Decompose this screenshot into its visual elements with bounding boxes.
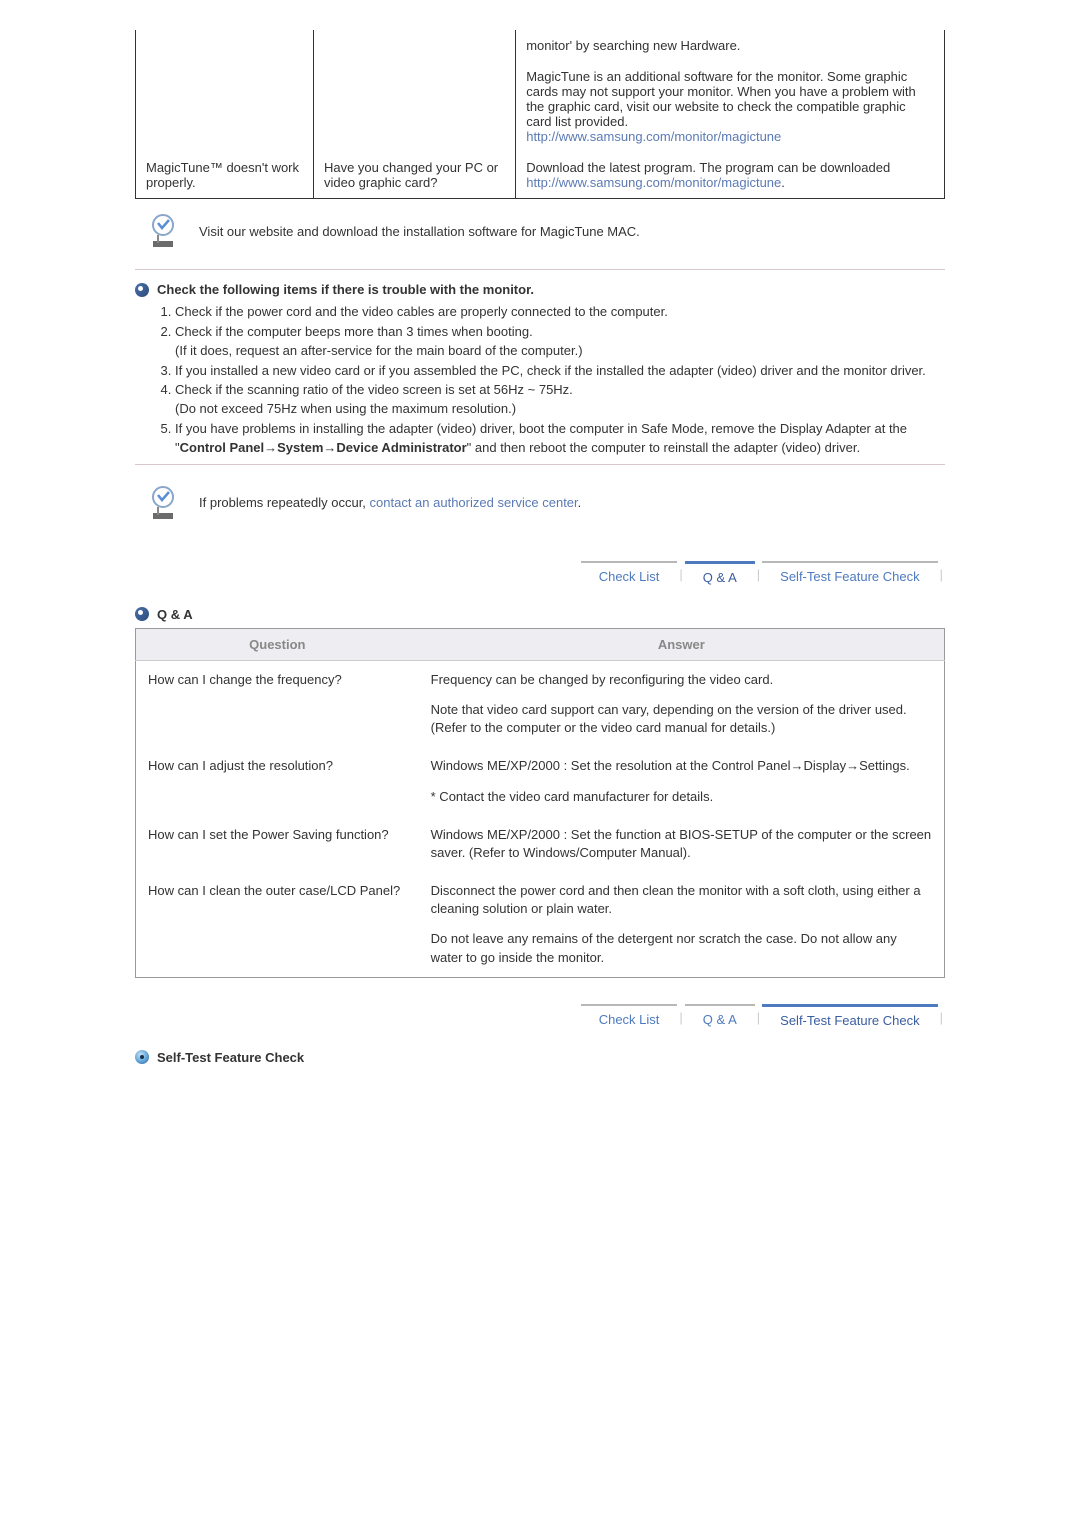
- note-suffix: .: [578, 495, 582, 510]
- qa-answer-text: Windows ME/XP/2000 : Set the function at…: [431, 826, 932, 862]
- table-text: Download the latest program. The program…: [526, 160, 890, 175]
- note-icon: [143, 485, 183, 521]
- table-text: MagicTune™ doesn't work properly.: [146, 160, 299, 190]
- list-text: Check if the scanning ratio of the video…: [175, 382, 573, 397]
- magictune-link[interactable]: http://www.samsung.com/monitor/magictune: [526, 129, 781, 144]
- list-item: Check if the scanning ratio of the video…: [175, 381, 945, 419]
- heading-text: Self-Test Feature Check: [157, 1050, 304, 1065]
- table-cell: [313, 30, 515, 61]
- qa-answer: Windows ME/XP/2000 : Set the resolution …: [419, 747, 945, 815]
- table-text: .: [781, 175, 785, 190]
- bullet-icon: [135, 1050, 149, 1064]
- table-cell: [136, 30, 314, 61]
- note-icon: [143, 213, 183, 249]
- qa-answer: Disconnect the power cord and then clean…: [419, 872, 945, 977]
- list-item: If you installed a new video card or if …: [175, 362, 945, 381]
- list-text-bold: Control Panel→System→Device Administrato…: [180, 440, 467, 455]
- note-text: Visit our website and download the insta…: [199, 224, 640, 239]
- magictune-link[interactable]: http://www.samsung.com/monitor/magictune: [526, 175, 781, 190]
- tab-checklist[interactable]: Check List: [581, 1004, 678, 1032]
- table-text: MagicTune is an additional software for …: [526, 69, 915, 129]
- qa-answer: Windows ME/XP/2000 : Set the function at…: [419, 816, 945, 872]
- table-cell: MagicTune is an additional software for …: [516, 61, 945, 152]
- list-text: Check if the power cord and the video ca…: [175, 304, 668, 319]
- separator: |: [677, 1010, 684, 1025]
- table-cell: [136, 61, 314, 152]
- separator: |: [755, 567, 762, 582]
- note-box: Visit our website and download the insta…: [135, 199, 945, 263]
- table-row: How can I clean the outer case/LCD Panel…: [136, 872, 945, 977]
- service-center-link[interactable]: contact an authorized service center: [370, 495, 578, 510]
- qa-question: How can I clean the outer case/LCD Panel…: [136, 872, 419, 977]
- checklist: Check if the power cord and the video ca…: [135, 303, 945, 458]
- qa-question: How can I change the frequency?: [136, 660, 419, 747]
- tab-selftest[interactable]: Self-Test Feature Check: [762, 1004, 937, 1032]
- troubleshoot-table: monitor' by searching new Hardware. Magi…: [135, 30, 945, 199]
- page-container: monitor' by searching new Hardware. Magi…: [105, 30, 975, 1065]
- list-item: Check if the computer beeps more than 3 …: [175, 323, 945, 361]
- table-row: How can I adjust the resolution? Windows…: [136, 747, 945, 815]
- table-cell: Download the latest program. The program…: [516, 152, 945, 199]
- table-row: How can I set the Power Saving function?…: [136, 816, 945, 872]
- qa-answer-text: Do not leave any remains of the detergen…: [431, 930, 932, 966]
- table-text: Have you changed your PC or video graphi…: [324, 160, 498, 190]
- selftest-heading: Self-Test Feature Check: [135, 1050, 945, 1065]
- qa-th-question: Question: [136, 628, 419, 660]
- tab-qa[interactable]: Q & A: [685, 561, 755, 589]
- tab-nav: Check List | Q & A | Self-Test Feature C…: [135, 1004, 945, 1032]
- qa-th-answer: Answer: [419, 628, 945, 660]
- table-cell: Have you changed your PC or video graphi…: [313, 152, 515, 199]
- qa-question: How can I set the Power Saving function?: [136, 816, 419, 872]
- qa-heading: Q & A: [135, 607, 945, 622]
- checklist-heading: Check the following items if there is tr…: [135, 282, 945, 297]
- note-text: If problems repeatedly occur, contact an…: [199, 495, 581, 510]
- note-prefix: If problems repeatedly occur,: [199, 495, 370, 510]
- separator: |: [677, 567, 684, 582]
- table-row: How can I change the frequency? Frequenc…: [136, 660, 945, 747]
- qa-answer-text: * Contact the video card manufacturer fo…: [431, 788, 932, 806]
- bullet-icon: [135, 607, 149, 621]
- bullet-icon: [135, 283, 149, 297]
- list-text: Check if the computer beeps more than 3 …: [175, 324, 533, 339]
- list-text: (Do not exceed 75Hz when using the maxim…: [175, 401, 516, 416]
- table-cell: [313, 61, 515, 152]
- separator: |: [938, 567, 945, 582]
- qa-answer-text: Note that video card support can vary, d…: [431, 701, 932, 737]
- list-text: " and then reboot the computer to reinst…: [467, 440, 860, 455]
- heading-text: Check the following items if there is tr…: [157, 282, 534, 297]
- qa-answer-text: Frequency can be changed by reconfigurin…: [431, 671, 932, 689]
- separator: |: [755, 1010, 762, 1025]
- list-item: Check if the power cord and the video ca…: [175, 303, 945, 322]
- table-text: monitor' by searching new Hardware.: [526, 38, 740, 53]
- separator: |: [938, 1010, 945, 1025]
- list-text: If you installed a new video card or if …: [175, 363, 926, 378]
- list-item: If you have problems in installing the a…: [175, 420, 945, 458]
- tab-qa[interactable]: Q & A: [685, 1004, 755, 1032]
- qa-answer-text: Disconnect the power cord and then clean…: [431, 882, 932, 918]
- content-area: monitor' by searching new Hardware. Magi…: [105, 30, 975, 1065]
- divider: [135, 269, 945, 270]
- note-box: If problems repeatedly occur, contact an…: [135, 471, 945, 535]
- tab-checklist[interactable]: Check List: [581, 561, 678, 589]
- tab-nav: Check List | Q & A | Self-Test Feature C…: [135, 561, 945, 589]
- qa-answer-text: Windows ME/XP/2000 : Set the resolution …: [431, 757, 932, 775]
- tab-selftest[interactable]: Self-Test Feature Check: [762, 561, 937, 589]
- divider: [135, 464, 945, 465]
- qa-table: Question Answer How can I change the fre…: [135, 628, 945, 978]
- table-cell: monitor' by searching new Hardware.: [516, 30, 945, 61]
- list-text: (If it does, request an after-service fo…: [175, 343, 583, 358]
- qa-answer: Frequency can be changed by reconfigurin…: [419, 660, 945, 747]
- heading-text: Q & A: [157, 607, 193, 622]
- table-cell: MagicTune™ doesn't work properly.: [136, 152, 314, 199]
- qa-question: How can I adjust the resolution?: [136, 747, 419, 815]
